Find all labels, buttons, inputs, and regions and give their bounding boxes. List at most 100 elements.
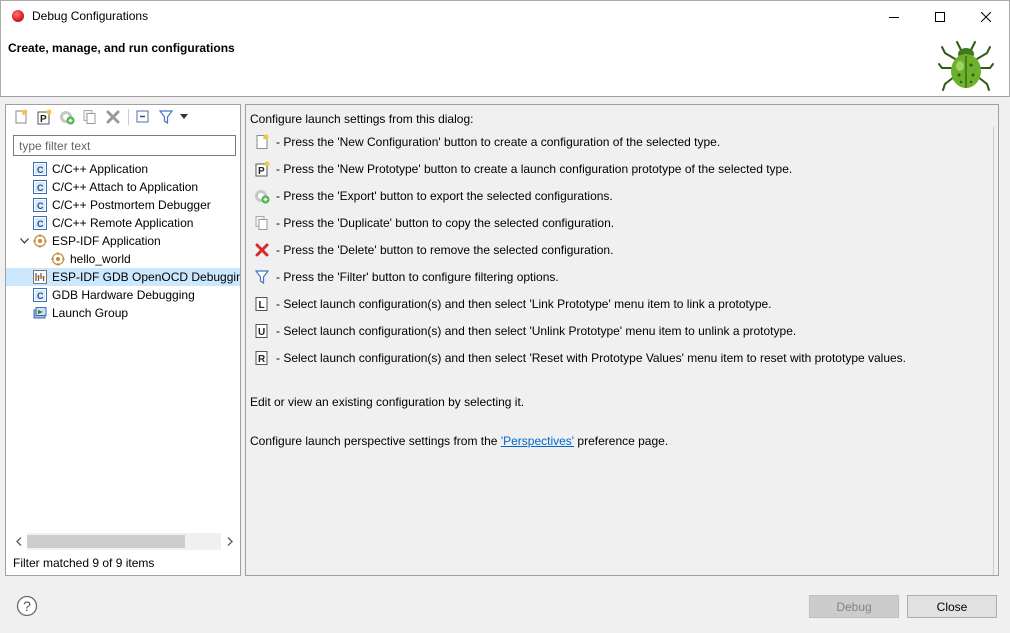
collapse-all-button[interactable]: [133, 107, 153, 127]
duplicate-button[interactable]: [80, 107, 100, 127]
delete-button[interactable]: [103, 107, 123, 127]
export-icon: [60, 111, 75, 125]
title-bar: Debug Configurations: [0, 0, 1010, 31]
svg-text:P: P: [258, 166, 265, 177]
close-window-button[interactable]: [963, 1, 1009, 32]
collapse-all-icon: [136, 110, 149, 123]
help-intro: Configure launch settings from this dial…: [250, 112, 474, 126]
help-row-duplicate: - Press the 'Duplicate' button to copy t…: [254, 214, 614, 232]
filter-menu-button[interactable]: [179, 107, 189, 127]
tree-item-esp-idf-application[interactable]: ESP-IDF Application: [6, 232, 240, 250]
help-row-reset-prototype: R - Select launch configuration(s) and t…: [254, 349, 906, 367]
tree-item-label: C/C++ Remote Application: [52, 216, 194, 230]
delete-icon: [254, 242, 270, 258]
svg-text:R: R: [258, 354, 266, 365]
svg-text:C: C: [37, 291, 44, 301]
tree-item-launch-group[interactable]: Launch Group: [6, 304, 240, 322]
help-row-delete: - Press the 'Delete' button to remove th…: [254, 241, 613, 259]
edit-text: Edit or view an existing configuration b…: [250, 395, 525, 409]
tree-item-label: hello_world: [70, 252, 131, 266]
window-title: Debug Configurations: [32, 9, 149, 23]
new-config-icon: [15, 109, 28, 124]
unlink-prototype-icon: U: [254, 323, 270, 339]
link-prototype-icon: L: [254, 296, 270, 312]
tree-item-c-remote[interactable]: C C/C++ Remote Application: [6, 214, 240, 232]
svg-text:C: C: [37, 183, 44, 193]
help-row-text: - Press the 'New Configuration' button t…: [276, 135, 721, 149]
help-row-text: - Select launch configuration(s) and the…: [276, 324, 797, 338]
help-row-text: - Select launch configuration(s) and the…: [276, 351, 907, 365]
help-row-text: - Press the 'Export' button to export th…: [276, 189, 613, 203]
export-button[interactable]: [57, 107, 77, 127]
config-toolbar: P: [6, 105, 240, 129]
tree-item-gdb-hardware[interactable]: C GDB Hardware Debugging: [6, 286, 240, 304]
debug-bug-icon: [938, 41, 994, 91]
config-tree: C C/C++ Application C C/C++ Attach to Ap…: [6, 160, 240, 322]
help-row-text: - Press the 'Filter' button to configure…: [276, 270, 559, 284]
esp-idf-icon: [32, 233, 48, 249]
help-row-text: - Press the 'New Prototype' button to cr…: [276, 162, 793, 176]
help-row-new-config: - Press the 'New Configuration' button t…: [254, 133, 720, 151]
toolbar-separator: [128, 109, 129, 125]
c-app-icon: C: [32, 197, 48, 213]
perspective-text: Configure launch perspective settings fr…: [250, 434, 668, 448]
debug-button[interactable]: Debug: [809, 595, 899, 618]
header-title: Create, manage, and run configurations: [8, 41, 235, 55]
svg-text:U: U: [258, 327, 265, 338]
tree-item-label: GDB Hardware Debugging: [52, 288, 195, 302]
svg-text:C: C: [37, 201, 44, 211]
duplicate-icon: [254, 215, 270, 231]
perspective-suffix: preference page.: [574, 434, 669, 448]
c-app-icon: C: [32, 179, 48, 195]
scroll-right-icon[interactable]: [221, 533, 238, 550]
maximize-button[interactable]: [917, 1, 963, 32]
maximize-icon: [935, 11, 945, 22]
svg-text:?: ?: [23, 598, 31, 614]
help-row-unlink-prototype: U - Select launch configuration(s) and t…: [254, 322, 796, 340]
tree-item-label: C/C++ Attach to Application: [52, 180, 199, 194]
filter-input[interactable]: [13, 135, 236, 156]
scroll-left-icon[interactable]: [10, 533, 27, 550]
c-app-icon: C: [32, 287, 48, 303]
minimize-button[interactable]: [871, 1, 917, 32]
tree-item-hello-world[interactable]: hello_world: [6, 250, 240, 268]
tree-item-label: ESP-IDF GDB OpenOCD Debugging: [52, 270, 240, 284]
tree-item-label: ESP-IDF Application: [52, 234, 161, 248]
filter-button[interactable]: [156, 107, 176, 127]
tree-item-c-application[interactable]: C C/C++ Application: [6, 160, 240, 178]
new-prototype-icon: P: [254, 161, 270, 177]
tree-item-c-attach[interactable]: C C/C++ Attach to Application: [6, 178, 240, 196]
new-config-button[interactable]: [11, 107, 31, 127]
tree-item-label: Launch Group: [52, 306, 129, 320]
dialog-header: Create, manage, and run configurations: [0, 31, 1010, 97]
filter-icon: [254, 269, 270, 285]
c-app-icon: C: [32, 215, 48, 231]
eclipse-debug-icon: [12, 10, 24, 22]
duplicate-icon: [83, 110, 96, 124]
close-button[interactable]: Close: [907, 595, 997, 618]
openocd-icon: [32, 269, 48, 285]
perspectives-link[interactable]: 'Perspectives': [501, 434, 574, 448]
scrollbar-thumb[interactable]: [27, 535, 185, 548]
minimize-icon: [889, 16, 899, 18]
launch-config-tree-panel: P C C/C++ Application C C/C++ Attach t: [5, 104, 241, 576]
filter-status: Filter matched 9 of 9 items: [13, 556, 155, 570]
close-icon: [981, 11, 991, 22]
chevron-down-icon[interactable]: [18, 233, 30, 249]
help-icon[interactable]: ?: [16, 595, 38, 617]
horizontal-scrollbar[interactable]: [10, 533, 238, 550]
perspective-prefix: Configure launch perspective settings fr…: [250, 434, 501, 448]
new-prototype-button[interactable]: P: [34, 107, 54, 127]
filter-icon: [158, 110, 174, 125]
c-app-icon: C: [32, 161, 48, 177]
tree-item-esp-idf-gdb-openocd[interactable]: ESP-IDF GDB OpenOCD Debugging: [6, 268, 240, 286]
export-icon: [254, 188, 270, 204]
new-prototype-icon: P: [37, 109, 52, 125]
dropdown-icon: [180, 114, 188, 119]
launch-group-icon: [32, 305, 48, 321]
tree-item-c-postmortem[interactable]: C C/C++ Postmortem Debugger: [6, 196, 240, 214]
reset-prototype-icon: R: [254, 350, 270, 366]
scrollbar-track[interactable]: [27, 533, 221, 550]
help-row-text: - Press the 'Delete' button to remove th…: [276, 243, 614, 257]
help-row-text: - Select launch configuration(s) and the…: [276, 297, 772, 311]
